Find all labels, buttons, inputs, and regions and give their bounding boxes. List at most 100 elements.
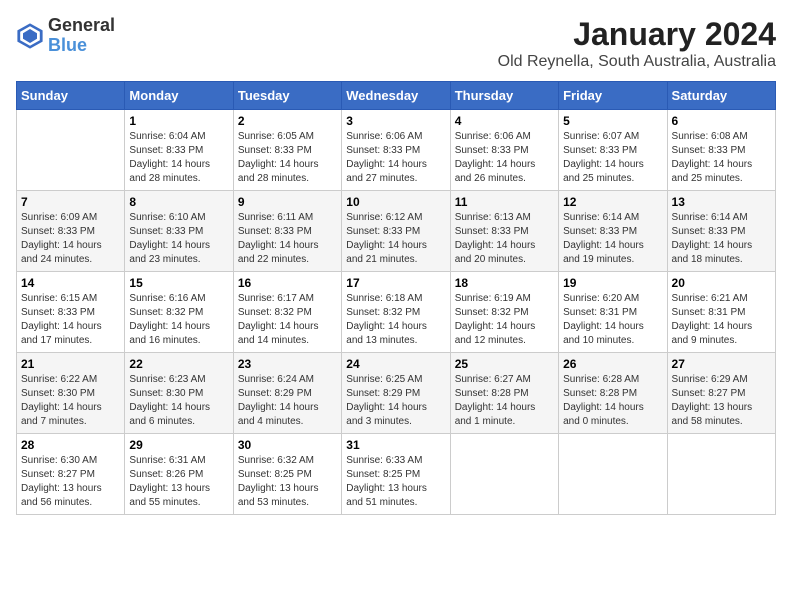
calendar-day-cell: 10 Sunrise: 6:12 AM Sunset: 8:33 PM Dayli… (342, 191, 450, 272)
day-detail: Sunrise: 6:23 AM Sunset: 8:30 PM Dayligh… (129, 373, 228, 429)
day-detail: Sunrise: 6:31 AM Sunset: 8:26 PM Dayligh… (129, 454, 228, 510)
day-of-week-header: Thursday (450, 82, 558, 110)
calendar-day-cell: 24Sunrise: 6:25 AM Sunset: 8:29 PM Dayli… (342, 353, 450, 434)
calendar-week-row: 21 Sunrise: 6:22 AM Sunset: 8:30 PM Dayli… (17, 353, 776, 434)
calendar-day-cell: 22Sunrise: 6:23 AM Sunset: 8:30 PM Dayli… (125, 353, 233, 434)
day-number: 30 (238, 438, 337, 452)
day-detail: Sunrise: 6:24 AM Sunset: 8:29 PM Dayligh… (238, 373, 337, 429)
day-detail: Sunrise: 6:19 AM Sunset: 8:32 PM Dayligh… (455, 292, 554, 348)
day-number: 27 (672, 357, 771, 371)
calendar-day-cell: 18 Sunrise: 6:19 AM Sunset: 8:32 PM Dayli… (450, 272, 558, 353)
day-detail: Sunrise: 6:13 AM Sunset: 8:33 PM Dayligh… (455, 211, 554, 267)
day-of-week-header: Wednesday (342, 82, 450, 110)
calendar-day-cell: 14 Sunrise: 6:15 AM Sunset: 8:33 PM Dayli… (17, 272, 125, 353)
calendar-day-cell: 26Sunrise: 6:28 AM Sunset: 8:28 PM Dayli… (559, 353, 667, 434)
day-detail: Sunrise: 6:25 AM Sunset: 8:29 PM Dayligh… (346, 373, 445, 429)
calendar-day-cell: 2 Sunrise: 6:05 AM Sunset: 8:33 PM Daylig… (233, 110, 341, 191)
calendar-day-cell: 8 Sunrise: 6:10 AM Sunset: 8:33 PM Daylig… (125, 191, 233, 272)
calendar-week-row: 28 Sunrise: 6:30 AM Sunset: 8:27 PM Dayli… (17, 434, 776, 515)
day-of-week-header: Saturday (667, 82, 775, 110)
day-detail: Sunrise: 6:06 AM Sunset: 8:33 PM Dayligh… (455, 130, 554, 186)
calendar-day-cell: 12Sunrise: 6:14 AM Sunset: 8:33 PM Dayli… (559, 191, 667, 272)
day-detail: Sunrise: 6:10 AM Sunset: 8:33 PM Dayligh… (129, 211, 228, 267)
calendar-day-cell (450, 434, 558, 515)
day-number: 16 (238, 276, 337, 290)
calendar-day-cell: 16 Sunrise: 6:17 AM Sunset: 8:32 PM Dayli… (233, 272, 341, 353)
day-detail: Sunrise: 6:27 AM Sunset: 8:28 PM Dayligh… (455, 373, 554, 429)
calendar-day-cell: 20 Sunrise: 6:21 AM Sunset: 8:31 PM Dayli… (667, 272, 775, 353)
day-detail: Sunrise: 6:21 AM Sunset: 8:31 PM Dayligh… (672, 292, 771, 348)
calendar-day-cell: 23 Sunrise: 6:24 AM Sunset: 8:29 PM Dayli… (233, 353, 341, 434)
day-detail: Sunrise: 6:05 AM Sunset: 8:33 PM Dayligh… (238, 130, 337, 186)
day-detail: Sunrise: 6:16 AM Sunset: 8:32 PM Dayligh… (129, 292, 228, 348)
day-detail: Sunrise: 6:12 AM Sunset: 8:33 PM Dayligh… (346, 211, 445, 267)
day-number: 4 (455, 114, 554, 128)
day-detail: Sunrise: 6:15 AM Sunset: 8:33 PM Dayligh… (21, 292, 120, 348)
calendar-header: SundayMondayTuesdayWednesdayThursdayFrid… (17, 82, 776, 110)
day-detail: Sunrise: 6:20 AM Sunset: 8:31 PM Dayligh… (563, 292, 662, 348)
logo-text: General Blue (48, 16, 115, 56)
day-number: 28 (21, 438, 120, 452)
day-number: 14 (21, 276, 120, 290)
calendar-day-cell: 17 Sunrise: 6:18 AM Sunset: 8:32 PM Dayli… (342, 272, 450, 353)
title-block: January 2024 Old Reynella, South Austral… (498, 16, 776, 71)
calendar-day-cell: 3Sunrise: 6:06 AM Sunset: 8:33 PM Daylig… (342, 110, 450, 191)
calendar-day-cell: 13 Sunrise: 6:14 AM Sunset: 8:33 PM Dayli… (667, 191, 775, 272)
calendar-week-row: 7Sunrise: 6:09 AM Sunset: 8:33 PM Daylig… (17, 191, 776, 272)
day-number: 20 (672, 276, 771, 290)
day-number: 29 (129, 438, 228, 452)
day-number: 23 (238, 357, 337, 371)
day-number: 25 (455, 357, 554, 371)
day-number: 13 (672, 195, 771, 209)
page-header: General Blue January 2024 Old Reynella, … (16, 16, 776, 71)
calendar-day-cell: 9 Sunrise: 6:11 AM Sunset: 8:33 PM Daylig… (233, 191, 341, 272)
day-detail: Sunrise: 6:09 AM Sunset: 8:33 PM Dayligh… (21, 211, 120, 267)
calendar-week-row: 14 Sunrise: 6:15 AM Sunset: 8:33 PM Dayli… (17, 272, 776, 353)
day-number: 19 (563, 276, 662, 290)
day-number: 8 (129, 195, 228, 209)
day-detail: Sunrise: 6:06 AM Sunset: 8:33 PM Dayligh… (346, 130, 445, 186)
day-number: 10 (346, 195, 445, 209)
calendar-table: SundayMondayTuesdayWednesdayThursdayFrid… (16, 81, 776, 515)
calendar-title: January 2024 (498, 16, 776, 53)
day-number: 9 (238, 195, 337, 209)
day-detail: Sunrise: 6:22 AM Sunset: 8:30 PM Dayligh… (21, 373, 120, 429)
day-number: 1 (129, 114, 228, 128)
logo: General Blue (16, 16, 115, 56)
day-of-week-header: Sunday (17, 82, 125, 110)
calendar-day-cell: 29 Sunrise: 6:31 AM Sunset: 8:26 PM Dayli… (125, 434, 233, 515)
calendar-week-row: 1 Sunrise: 6:04 AM Sunset: 8:33 PM Daylig… (17, 110, 776, 191)
calendar-day-cell: 6Sunrise: 6:08 AM Sunset: 8:33 PM Daylig… (667, 110, 775, 191)
calendar-day-cell: 25 Sunrise: 6:27 AM Sunset: 8:28 PM Dayli… (450, 353, 558, 434)
calendar-day-cell: 28 Sunrise: 6:30 AM Sunset: 8:27 PM Dayli… (17, 434, 125, 515)
day-detail: Sunrise: 6:11 AM Sunset: 8:33 PM Dayligh… (238, 211, 337, 267)
day-detail: Sunrise: 6:18 AM Sunset: 8:32 PM Dayligh… (346, 292, 445, 348)
day-number: 21 (21, 357, 120, 371)
day-detail: Sunrise: 6:17 AM Sunset: 8:32 PM Dayligh… (238, 292, 337, 348)
calendar-day-cell: 21 Sunrise: 6:22 AM Sunset: 8:30 PM Dayli… (17, 353, 125, 434)
calendar-day-cell: 19 Sunrise: 6:20 AM Sunset: 8:31 PM Dayli… (559, 272, 667, 353)
day-number: 2 (238, 114, 337, 128)
calendar-day-cell (667, 434, 775, 515)
calendar-day-cell: 31Sunrise: 6:33 AM Sunset: 8:25 PM Dayli… (342, 434, 450, 515)
day-detail: Sunrise: 6:32 AM Sunset: 8:25 PM Dayligh… (238, 454, 337, 510)
calendar-day-cell: 27Sunrise: 6:29 AM Sunset: 8:27 PM Dayli… (667, 353, 775, 434)
day-detail: Sunrise: 6:14 AM Sunset: 8:33 PM Dayligh… (672, 211, 771, 267)
day-of-week-header: Friday (559, 82, 667, 110)
day-number: 26 (563, 357, 662, 371)
day-of-week-header: Tuesday (233, 82, 341, 110)
day-number: 5 (563, 114, 662, 128)
calendar-day-cell: 4 Sunrise: 6:06 AM Sunset: 8:33 PM Daylig… (450, 110, 558, 191)
day-number: 18 (455, 276, 554, 290)
calendar-day-cell: 7Sunrise: 6:09 AM Sunset: 8:33 PM Daylig… (17, 191, 125, 272)
calendar-day-cell: 15Sunrise: 6:16 AM Sunset: 8:32 PM Dayli… (125, 272, 233, 353)
day-number: 31 (346, 438, 445, 452)
calendar-day-cell: 30 Sunrise: 6:32 AM Sunset: 8:25 PM Dayli… (233, 434, 341, 515)
day-detail: Sunrise: 6:08 AM Sunset: 8:33 PM Dayligh… (672, 130, 771, 186)
day-detail: Sunrise: 6:04 AM Sunset: 8:33 PM Dayligh… (129, 130, 228, 186)
day-number: 12 (563, 195, 662, 209)
day-number: 17 (346, 276, 445, 290)
day-detail: Sunrise: 6:07 AM Sunset: 8:33 PM Dayligh… (563, 130, 662, 186)
day-detail: Sunrise: 6:30 AM Sunset: 8:27 PM Dayligh… (21, 454, 120, 510)
calendar-day-cell: 5 Sunrise: 6:07 AM Sunset: 8:33 PM Daylig… (559, 110, 667, 191)
